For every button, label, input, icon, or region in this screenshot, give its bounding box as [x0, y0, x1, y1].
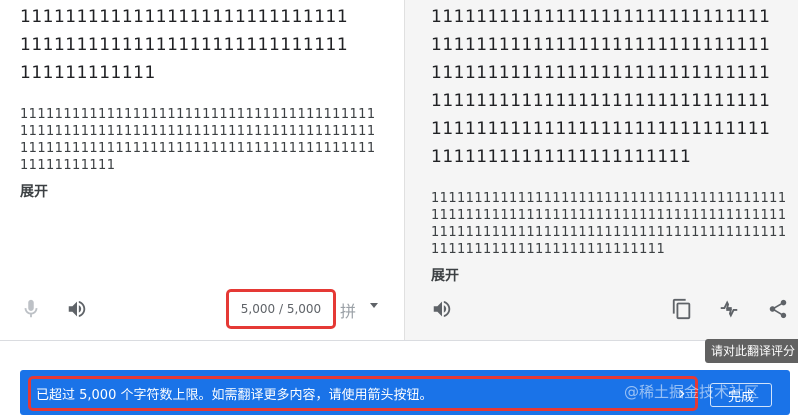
target-dictionary-text: 1111111111111111111111111111111111111111… — [431, 191, 787, 257]
target-expand-link[interactable]: 展开 — [431, 265, 459, 285]
source-speaker-icon[interactable] — [62, 294, 92, 324]
source-expand-link[interactable]: 展开 — [20, 181, 48, 201]
ime-pinyin-button[interactable]: 拼 — [340, 298, 356, 322]
copy-icon[interactable] — [667, 294, 697, 324]
source-text[interactable]: 1111111111111111111111111111111111111111… — [20, 3, 350, 87]
source-pane: 1111111111111111111111111111111111111111… — [0, 0, 404, 340]
pane-divider — [0, 340, 798, 341]
target-text: 1111111111111111111111111111111111111111… — [431, 7, 771, 167]
share-icon[interactable] — [763, 294, 793, 324]
char-counter-text: 5,000 / 5,000 — [240, 302, 322, 316]
done-button[interactable]: 完成 — [710, 383, 772, 407]
char-limit-message: 已超过 5,000 个字符数上限。如需翻译更多内容，请使用箭头按钮。 — [36, 388, 433, 403]
rate-tooltip: 请对此翻译评分 — [705, 339, 798, 363]
microphone-icon[interactable] — [16, 294, 46, 324]
source-dictionary-text: 1111111111111111111111111111111111111111… — [20, 107, 376, 173]
banner-arrow-icon[interactable]: › — [672, 381, 692, 405]
char-counter: 5,000 / 5,000 — [226, 289, 336, 329]
rate-translation-icon[interactable] — [714, 294, 744, 324]
dropdown-caret-icon[interactable] — [370, 303, 378, 308]
target-pane: 1111111111111111111111111111111111111111… — [404, 0, 798, 340]
target-speaker-icon[interactable] — [427, 294, 457, 324]
